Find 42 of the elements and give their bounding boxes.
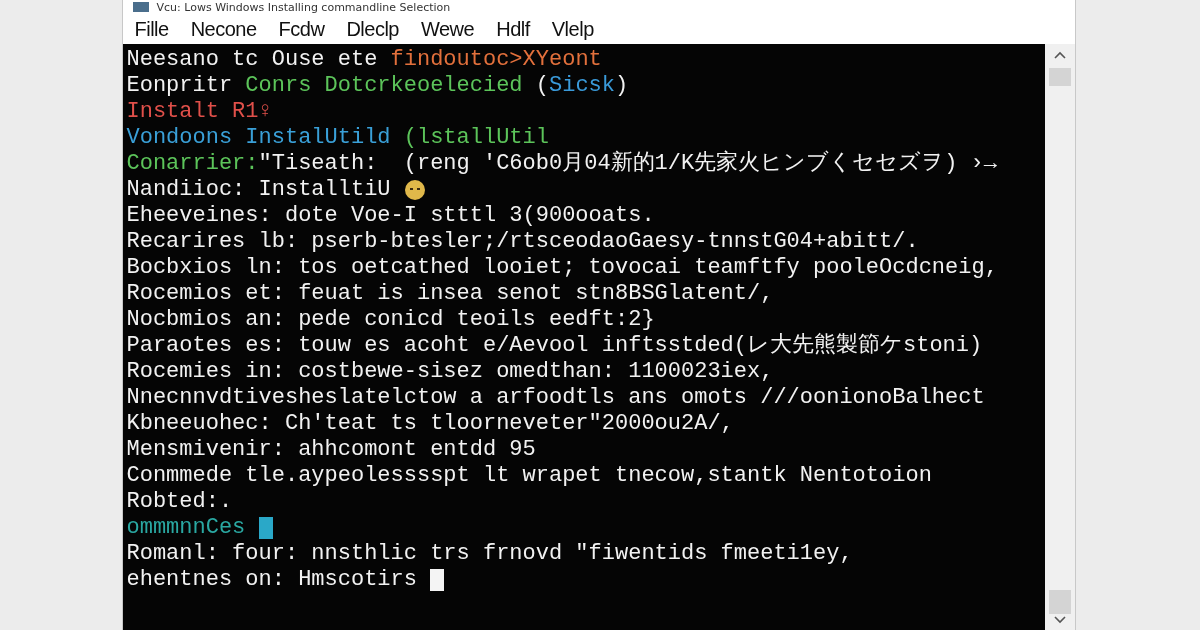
scroll-thumb[interactable] bbox=[1048, 68, 1071, 86]
terminal-text: Nandiioc: InstalltiU bbox=[126, 177, 392, 203]
terminal-text: (lstallUtil bbox=[403, 125, 549, 151]
app-icon bbox=[132, 2, 149, 12]
terminal-text: ( bbox=[535, 73, 549, 99]
terminal-text: Robted:. bbox=[126, 489, 233, 515]
terminal-text: "Tiseath: (reng 'C6ob0月04新的1/K先家火ヒンブくセセズヲ) ›→ bbox=[258, 151, 997, 177]
terminal-text: Conarrier: bbox=[126, 151, 259, 177]
terminal-text: Sicsk bbox=[549, 73, 615, 99]
terminal-text: Romanl: four: nnsthlic trs frnovd "fiwentids fmeeti1ey, bbox=[126, 541, 853, 567]
window-title: Vcu: Lows Windows Installing commandline Selection bbox=[156, 0, 451, 14]
terminal-text: Mensmivenir: ahhcomont entdd 95 bbox=[126, 437, 536, 463]
menu-item[interactable]: Dleclp bbox=[346, 17, 399, 41]
terminal-text: Nnecnnvdtivesheslatelctow a arfoodtls ans omots ///oonionoBalhect bbox=[126, 385, 985, 411]
terminal-text: Conrs Dotcrkeoelecied bbox=[245, 73, 524, 99]
scrollbar[interactable] bbox=[1044, 44, 1075, 630]
terminal-text: Eonpritr bbox=[126, 73, 234, 99]
menu-item[interactable]: Wewe bbox=[421, 17, 475, 41]
terminal-text: findoutoc>XYeont bbox=[390, 47, 602, 73]
terminal-text: Recarires lb: pserb-btesler;/rtsceodaoGaesy-tnnstG04+abitt/. bbox=[126, 229, 919, 255]
terminal-text: Rocemios et: feuat is insea senot stn8BSGlatent/, bbox=[126, 281, 774, 307]
terminal-text: ) bbox=[615, 73, 629, 99]
scroll-track-block bbox=[1048, 590, 1071, 614]
menu-item[interactable]: Necone bbox=[190, 17, 257, 41]
terminal-text: Neesano tc Ouse ete bbox=[126, 47, 379, 73]
terminal-text: Bocbxios ln: tos oetcathed looiet; tovocai teamftfy pooleOcdcneig, bbox=[126, 255, 998, 281]
menu-item[interactable]: Fcdw bbox=[278, 17, 325, 41]
terminal-text: ehentnes on: Hmscotirs bbox=[126, 567, 418, 593]
terminal-text: Paraotes es: touw es acoht e/Aevool inftsstded(レ大先熊製節ケstoni) bbox=[126, 333, 983, 359]
terminal-text: Eheeveines: dote Voe-I stttl 3(900ooats. bbox=[126, 203, 655, 229]
menu-item[interactable]: Hdlf bbox=[496, 17, 530, 41]
terminal-text: Conmmede tle.aypeolesssspt lt wrapet tnecow,stantk Nentotoion bbox=[126, 463, 932, 489]
menu-item[interactable]: Fille bbox=[134, 17, 169, 41]
terminal-text: Vondoons InstalUtild bbox=[126, 125, 392, 151]
terminal-text: ommmnnCes bbox=[126, 515, 247, 541]
scroll-up-icon[interactable] bbox=[1052, 50, 1067, 60]
terminal-text: Nocbmios an: pede conicd teoils eedft:2} bbox=[126, 307, 655, 333]
menu-item[interactable]: Vlelp bbox=[551, 17, 594, 41]
terminal-text: Rocemies in: costbewe-sisez omedthan: 1100023iex, bbox=[126, 359, 774, 385]
terminal-text: Instalt R1♀ bbox=[126, 99, 272, 125]
scroll-down-icon[interactable] bbox=[1052, 614, 1067, 624]
terminal-text: Kbneeuohec: Ch'teat ts tloorneveter"2000ou2A/, bbox=[126, 411, 734, 437]
